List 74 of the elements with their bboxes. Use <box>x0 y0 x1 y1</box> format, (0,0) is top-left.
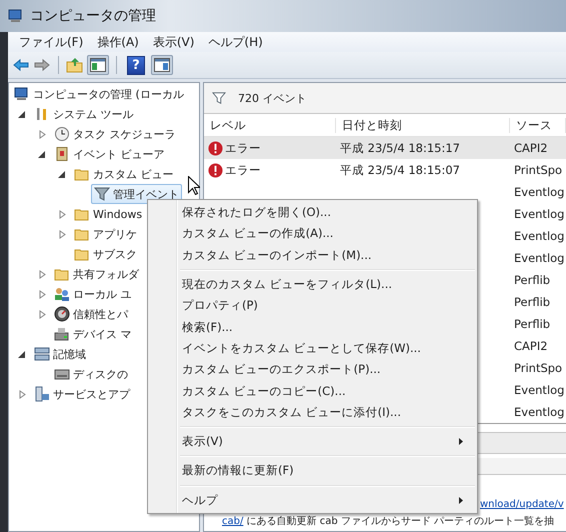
expander-icon[interactable] <box>18 110 27 118</box>
help-button[interactable]: ? <box>127 56 145 74</box>
tree-item[interactable]: サブスク <box>71 244 140 264</box>
gauge-icon <box>54 306 70 322</box>
menu-bar-item[interactable]: ヘルプ(H) <box>201 34 270 50</box>
window-title: コンピュータの管理 <box>30 7 156 25</box>
menu-item[interactable]: イベントをカスタム ビューとして保存(W)... <box>150 338 475 360</box>
computer-icon <box>8 8 24 24</box>
device-icon <box>54 326 70 342</box>
table-cell: エラー <box>225 162 261 178</box>
forward-icon[interactable] <box>33 56 51 74</box>
show-action-pane-button[interactable] <box>151 55 173 75</box>
event-row[interactable]: エラー 平成 23/5/4 18:15:07 PrintSpo <box>204 159 566 181</box>
server-icon <box>34 386 50 402</box>
menu-item[interactable]: 保存されたログを開く(O)... <box>150 202 475 224</box>
expander-icon[interactable] <box>38 150 47 158</box>
menu-item[interactable]: 表示(V) <box>150 430 475 452</box>
detail-text: cab/ にある自動更新 cab ファイルからサード パーティのルート一覧を抽 <box>222 516 556 528</box>
column-header[interactable]: レベル <box>204 118 336 132</box>
tree-item[interactable]: ローカル ユ <box>51 284 134 304</box>
table-cell: CAPI2 <box>514 141 548 155</box>
menu-item[interactable]: カスタム ビューのコピー(C)... <box>150 380 475 402</box>
table-cell: エラー <box>225 140 261 156</box>
menu-item[interactable]: 現在のカスタム ビューをフィルタ(L)... <box>150 274 475 296</box>
expander-icon[interactable] <box>58 170 67 178</box>
submenu-arrow-icon <box>459 438 463 446</box>
link[interactable]: wnload/update/v <box>480 499 564 510</box>
table-cell: 平成 23/5/4 18:15:17 <box>340 140 460 156</box>
tree-item[interactable]: ディスクの <box>51 364 131 384</box>
folder-up-icon[interactable] <box>66 56 84 74</box>
column-header[interactable]: ソース <box>510 118 566 132</box>
menu-item[interactable]: プロパティ(P) <box>150 295 475 316</box>
filter-icon <box>94 186 110 202</box>
menu-bar-item[interactable]: ファイル(F) <box>12 34 90 50</box>
tree-item[interactable]: 管理イベント <box>91 184 182 204</box>
submenu-arrow-icon <box>459 496 463 504</box>
tree-item[interactable]: デバイス マ <box>51 324 134 344</box>
filter-icon <box>212 91 226 105</box>
table-cell: 平成 23/5/4 18:15:07 <box>340 162 460 178</box>
menu-item[interactable]: カスタム ビューのインポート(M)... <box>150 244 475 266</box>
menu-item[interactable]: タスクをこのカスタム ビューに添付(I)... <box>150 402 475 423</box>
tree-item[interactable]: 共有フォルダ <box>51 264 142 284</box>
link[interactable]: cab/ <box>222 516 244 527</box>
tree-item[interactable]: タスク スケジューラ <box>51 124 178 144</box>
expander-icon[interactable] <box>18 350 27 358</box>
column-header[interactable]: 日付と時刻 <box>336 118 510 132</box>
event-row[interactable]: Eventlog <box>204 181 566 203</box>
storage-icon <box>34 346 50 362</box>
back-icon[interactable] <box>12 56 30 74</box>
computer-icon <box>14 86 30 102</box>
menu-item[interactable]: ヘルプ <box>150 490 475 511</box>
menu-item[interactable]: カスタム ビューの作成(A)... <box>150 223 475 245</box>
clock-icon <box>54 126 70 142</box>
event-count: 720 イベント <box>238 90 306 106</box>
tree-item[interactable]: イベント ビューア <box>51 144 168 164</box>
event-row[interactable]: エラー 平成 23/5/4 18:15:17 CAPI2 <box>204 137 566 159</box>
tree-item[interactable]: Windows <box>71 204 146 224</box>
table-cell: PrintSpo <box>514 163 562 177</box>
tree-item[interactable]: 信頼性とパ <box>51 304 131 324</box>
menu-item[interactable]: 検索(F)... <box>150 316 475 338</box>
tree-item[interactable]: システム ツール <box>31 104 136 124</box>
tree-item[interactable]: サービスとアプ <box>31 384 133 404</box>
tree-item[interactable]: アプリケ <box>71 224 140 244</box>
users-icon <box>54 286 70 302</box>
tree-item[interactable]: 記憶域 <box>31 344 89 364</box>
tree-item[interactable]: コンピュータの管理 (ローカル <box>11 84 187 104</box>
menu-bar-item[interactable]: 操作(A) <box>90 34 146 50</box>
tree-item[interactable]: カスタム ビュー <box>71 164 176 184</box>
menu-bar-item[interactable]: 表示(V) <box>146 34 202 50</box>
menu-item[interactable]: 最新の情報に更新(F) <box>150 460 475 482</box>
menu-item[interactable]: カスタム ビューのエクスポート(P)... <box>150 359 475 380</box>
show-tree-button[interactable] <box>87 55 109 75</box>
log-icon <box>54 146 70 162</box>
table-cell: Eventlog <box>514 185 564 199</box>
